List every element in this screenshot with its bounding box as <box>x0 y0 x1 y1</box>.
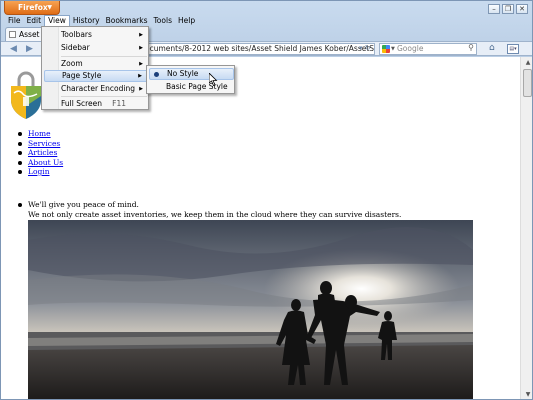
nav-list-item: Login <box>13 167 63 177</box>
bookmarks-menu-icon[interactable]: ▤▾ <box>507 44 519 54</box>
family-sunset-photo <box>28 220 473 399</box>
nav-link-home[interactable]: Home <box>28 129 51 138</box>
nav-link-services[interactable]: Services <box>28 139 60 148</box>
view-menu-zoom[interactable]: Zoom ▶ <box>44 58 148 70</box>
submenu-arrow-icon: ▶ <box>139 86 143 92</box>
view-menu-full-screen[interactable]: Full Screen F11 <box>44 98 148 110</box>
view-menu-character-encoding[interactable]: Character Encoding ▶ <box>44 83 148 95</box>
search-placeholder: Google <box>397 44 424 53</box>
menu-tools[interactable]: Tools <box>151 15 175 27</box>
minimize-button[interactable]: – <box>488 4 500 14</box>
menu-item-label: Toolbars <box>61 30 92 39</box>
app-button-label: Firefox <box>18 3 48 12</box>
asset-shield-logo <box>11 71 41 119</box>
bullet <box>18 203 22 207</box>
restore-button[interactable]: ❐ <box>502 4 514 14</box>
nav-link-about-us[interactable]: About Us <box>28 158 63 167</box>
menu-item-label: Zoom <box>61 59 83 68</box>
submenu-arrow-icon: ▶ <box>139 45 143 51</box>
submenu-arrow-icon: ▶ <box>138 73 142 79</box>
google-icon <box>382 45 390 53</box>
nav-list-item: Services <box>13 139 63 149</box>
view-menu-sidebar[interactable]: Sidebar ▶ <box>44 42 148 54</box>
chevron-down-icon: ▼ <box>47 4 52 11</box>
firefox-app-button[interactable]: Firefox ▼ <box>4 1 60 15</box>
view-menu-dropdown: Toolbars ▶ Sidebar ▶ Zoom ▶ Page Style ▶… <box>41 26 149 110</box>
submenu-arrow-icon: ▶ <box>139 61 143 67</box>
menu-item-label: Sidebar <box>61 43 90 52</box>
nav-link-login[interactable]: Login <box>28 167 50 176</box>
page-style-basic[interactable]: Basic Page Style <box>149 81 234 93</box>
page-style-submenu: No Style Basic Page Style <box>146 65 235 94</box>
menu-separator <box>61 56 147 57</box>
search-icon[interactable]: ⚲ <box>468 43 474 53</box>
tagline-text: We not only create asset inventories, we… <box>28 210 402 219</box>
home-icon[interactable]: ⌂ <box>489 43 495 53</box>
view-menu-toolbars[interactable]: Toolbars ▶ <box>44 29 148 41</box>
window-controls: – ❐ ✕ <box>488 4 528 14</box>
menu-item-label: No Style <box>167 69 199 78</box>
tagline-block: We'll give you peace of mind. We not onl… <box>13 200 401 220</box>
nav-list-item: About Us <box>13 158 63 168</box>
page-icon <box>9 31 16 38</box>
menu-item-label: Character Encoding <box>61 84 135 93</box>
forward-arrow-icon[interactable]: ▶ <box>23 43 36 55</box>
mouse-cursor-icon <box>209 73 218 86</box>
menu-item-label: Basic Page Style <box>166 82 228 91</box>
scroll-up-icon[interactable]: ▲ <box>523 59 532 67</box>
nav-list-item: Home <box>13 129 63 139</box>
site-navigation: Home Services Articles About Us Login <box>13 129 63 177</box>
menu-help[interactable]: Help <box>175 15 198 27</box>
radio-selected-icon <box>154 72 159 77</box>
scroll-thumb[interactable] <box>523 69 532 97</box>
view-menu-page-style[interactable]: Page Style ▶ <box>44 70 148 82</box>
nav-link-articles[interactable]: Articles <box>28 148 57 157</box>
browser-window: Firefox ▼ – ❐ ✕ File Edit View History B… <box>0 0 533 400</box>
reload-icon[interactable]: ▾ ↻ <box>359 44 371 52</box>
menu-separator <box>61 96 147 97</box>
menu-item-label: Page Style <box>62 71 102 80</box>
back-arrow-icon[interactable]: ◀ <box>7 43 20 55</box>
tagline-heading: We'll give you peace of mind. <box>28 200 139 209</box>
engine-dropdown-icon[interactable]: ▼ <box>391 44 395 54</box>
url-bar[interactable]: ocuments/8-2012 web sites/Asset Shield J… <box>141 43 375 55</box>
menu-file[interactable]: File <box>5 15 24 27</box>
close-button[interactable]: ✕ <box>516 4 528 14</box>
search-input[interactable]: ▼ Google ⚲ <box>379 43 477 55</box>
menu-shortcut: F11 <box>112 99 126 108</box>
menu-item-label: Full Screen <box>61 99 102 108</box>
nav-list-item: Articles <box>13 148 63 158</box>
page-style-no-style[interactable]: No Style <box>149 68 234 80</box>
submenu-arrow-icon: ▶ <box>139 32 143 38</box>
scroll-down-icon[interactable]: ▼ <box>523 391 532 399</box>
vertical-scrollbar[interactable]: ▲ ▼ <box>520 57 532 399</box>
